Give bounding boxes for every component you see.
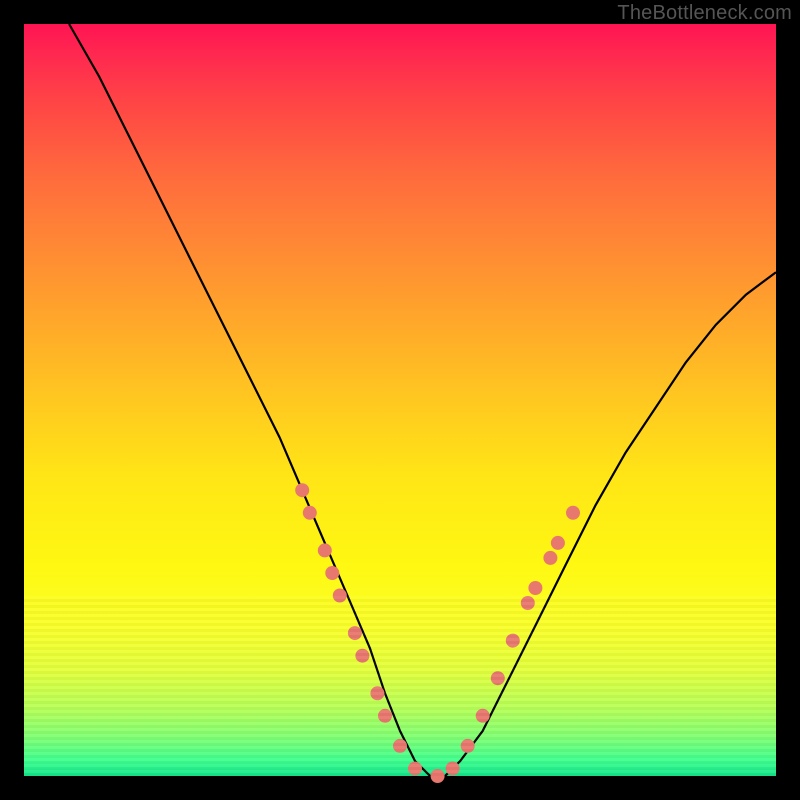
- curve-layer: [24, 24, 776, 776]
- marker-dot: [431, 769, 445, 783]
- marker-dot: [551, 536, 565, 550]
- marker-dot: [408, 762, 422, 776]
- watermark-text: TheBottleneck.com: [617, 2, 792, 25]
- marker-dot: [566, 506, 580, 520]
- marker-dot: [461, 739, 475, 753]
- marker-dot: [521, 596, 535, 610]
- marker-dot: [348, 626, 362, 640]
- marker-dot: [446, 762, 460, 776]
- marker-dot: [491, 671, 505, 685]
- marker-dot: [318, 543, 332, 557]
- chart-frame: TheBottleneck.com: [0, 0, 800, 800]
- marker-dot: [393, 739, 407, 753]
- bottleneck-curve: [69, 24, 776, 776]
- marker-dot: [370, 686, 384, 700]
- marker-dot: [476, 709, 490, 723]
- marker-dot: [295, 483, 309, 497]
- marker-group: [295, 483, 580, 783]
- marker-dot: [543, 551, 557, 565]
- marker-dot: [325, 566, 339, 580]
- marker-dot: [333, 589, 347, 603]
- marker-dot: [355, 649, 369, 663]
- marker-dot: [506, 634, 520, 648]
- marker-dot: [528, 581, 542, 595]
- marker-dot: [303, 506, 317, 520]
- marker-dot: [378, 709, 392, 723]
- plot-area: [24, 24, 776, 776]
